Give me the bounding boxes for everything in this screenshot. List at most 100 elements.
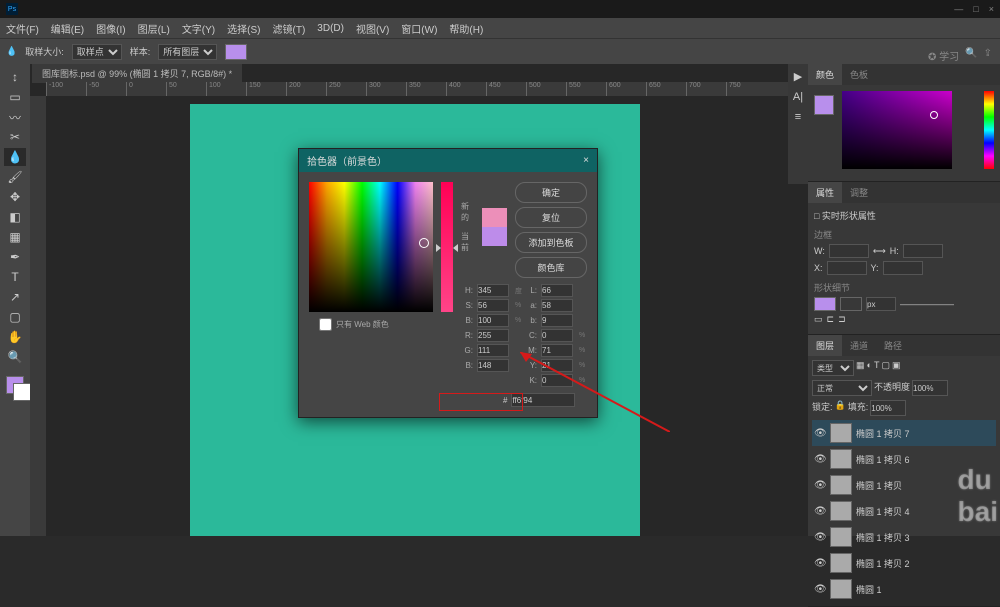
color-libraries-button[interactable]: 颜色库 [515, 257, 587, 278]
b-input[interactable] [541, 314, 573, 327]
panel-tab-color[interactable]: 颜色 [808, 64, 842, 85]
layer-thumb[interactable] [830, 501, 852, 521]
menu-select[interactable]: 选择(S) [227, 21, 260, 36]
search-icon[interactable]: 🔍 [965, 48, 977, 63]
panel-tab-adjustments[interactable]: 调整 [842, 182, 876, 203]
path-tool[interactable]: ↗ [4, 288, 26, 306]
win-min-icon[interactable]: — [954, 4, 963, 14]
win-max-icon[interactable]: □ [973, 4, 978, 14]
options-swatch[interactable] [225, 44, 247, 60]
document-tab[interactable]: 图库图标.psd @ 99% (椭圆 1 拷贝 7, RGB/8#) * [32, 64, 242, 83]
picker-hue-slider[interactable] [441, 182, 453, 312]
l-input[interactable] [541, 284, 573, 297]
layer-row[interactable]: 👁椭圆 1 拷贝 7 [812, 420, 996, 446]
learn-icon[interactable]: ✪ 学习 [928, 48, 959, 63]
type-tool[interactable]: T [4, 268, 26, 286]
color-panel[interactable] [808, 85, 1000, 181]
panel-tab-layers[interactable]: 图层 [808, 335, 842, 356]
visibility-icon[interactable]: 👁 [814, 454, 826, 465]
collapsed-panels[interactable]: ▶ A| ≡ [788, 64, 808, 184]
ok-button[interactable]: 确定 [515, 182, 587, 203]
filter-adj-icon[interactable]: ◐ [867, 360, 872, 376]
lock-all-icon[interactable]: 🔒 [835, 400, 846, 416]
eyedropper-icon[interactable]: 💧 [6, 46, 17, 57]
dialog-close-icon[interactable]: × [583, 155, 589, 166]
layer-thumb[interactable] [830, 553, 852, 573]
panel-tab-swatches[interactable]: 色板 [842, 64, 876, 85]
layer-thumb[interactable] [830, 527, 852, 547]
hue-strip[interactable] [984, 91, 994, 169]
visibility-icon[interactable]: 👁 [814, 532, 826, 543]
menu-image[interactable]: 图像(I) [96, 21, 125, 36]
picker-field[interactable] [309, 182, 433, 312]
share-icon[interactable]: ⇪ [984, 48, 992, 63]
character-icon[interactable]: A| [793, 91, 803, 103]
panel-tab-channels[interactable]: 通道 [842, 335, 876, 356]
filter-type-icon[interactable]: T [874, 360, 880, 376]
eyedropper-tool[interactable]: 💧 [4, 148, 26, 166]
filter-shape-icon[interactable]: ▢ [881, 360, 890, 376]
color-field[interactable] [842, 91, 952, 169]
layer-kind-select[interactable]: 类型 [812, 360, 854, 376]
menu-window[interactable]: 窗口(W) [401, 21, 437, 36]
m-input[interactable] [541, 344, 573, 357]
s-input[interactable] [477, 299, 509, 312]
g-input[interactable] [477, 344, 509, 357]
panel-tab-paths[interactable]: 路径 [876, 335, 910, 356]
props-w-input[interactable] [829, 244, 869, 258]
fill-input[interactable] [870, 400, 906, 416]
h-input[interactable] [477, 284, 509, 297]
shape-tool[interactable]: ▢ [4, 308, 26, 326]
crop-tool[interactable]: ✂ [4, 128, 26, 146]
lasso-tool[interactable]: 〰 [4, 108, 26, 126]
layer-row[interactable]: 👁椭圆 1 拷贝 2 [812, 550, 996, 576]
k-input[interactable] [541, 374, 573, 387]
filter-pixel-icon[interactable]: ▦ [856, 360, 865, 376]
layer-thumb[interactable] [830, 449, 852, 469]
pen-tool[interactable]: ✒ [4, 248, 26, 266]
r-input[interactable] [477, 329, 509, 342]
layer-thumb[interactable] [830, 475, 852, 495]
menu-help[interactable]: 帮助(H) [449, 21, 483, 36]
menu-edit[interactable]: 编辑(E) [51, 21, 84, 36]
opacity-input[interactable] [912, 380, 948, 396]
blend-mode-select[interactable]: 正常 [812, 380, 872, 396]
web-only-checkbox[interactable] [319, 318, 332, 331]
eraser-tool[interactable]: ◧ [4, 208, 26, 226]
marquee-tool[interactable]: ▭ [4, 88, 26, 106]
color-swatch[interactable] [814, 95, 834, 115]
paragraph-icon[interactable]: ≡ [795, 111, 801, 123]
brush-tool[interactable]: 🖌 [4, 168, 26, 186]
zoom-tool[interactable]: 🔍 [4, 348, 26, 366]
clone-tool[interactable]: ✥ [4, 188, 26, 206]
stroke-width-input[interactable] [866, 297, 896, 311]
stroke-style[interactable]: —————— [900, 299, 954, 309]
win-close-icon[interactable]: × [989, 4, 994, 14]
join-icon[interactable]: ⊐ [838, 314, 846, 325]
cap-icon[interactable]: ⊏ [827, 314, 835, 325]
visibility-icon[interactable]: 👁 [814, 506, 826, 517]
a-input[interactable] [541, 299, 573, 312]
visibility-icon[interactable]: 👁 [814, 480, 826, 491]
c-input[interactable] [541, 329, 573, 342]
stroke-swatch[interactable] [840, 297, 862, 311]
menu-file[interactable]: 文件(F) [6, 21, 39, 36]
history-icon[interactable]: ▶ [794, 70, 802, 83]
reset-button[interactable]: 复位 [515, 207, 587, 228]
y-input[interactable] [541, 359, 573, 372]
visibility-icon[interactable]: 👁 [814, 584, 826, 595]
gradient-tool[interactable]: ▦ [4, 228, 26, 246]
foreground-color[interactable] [6, 376, 24, 394]
options-sample-select[interactable]: 所有图层 [158, 44, 217, 60]
menu-filter[interactable]: 滤镜(T) [273, 21, 306, 36]
props-h-input[interactable] [903, 244, 943, 258]
menu-type[interactable]: 文字(Y) [182, 21, 215, 36]
visibility-icon[interactable]: 👁 [814, 558, 826, 569]
menu-3d[interactable]: 3D(D) [317, 23, 344, 34]
move-tool[interactable]: ↕ [4, 68, 26, 86]
props-y-input[interactable] [883, 261, 923, 275]
fill-swatch[interactable] [814, 297, 836, 311]
hand-tool[interactable]: ✋ [4, 328, 26, 346]
link-icon[interactable]: ⟷ [873, 246, 886, 257]
add-swatch-button[interactable]: 添加到色板 [515, 232, 587, 253]
